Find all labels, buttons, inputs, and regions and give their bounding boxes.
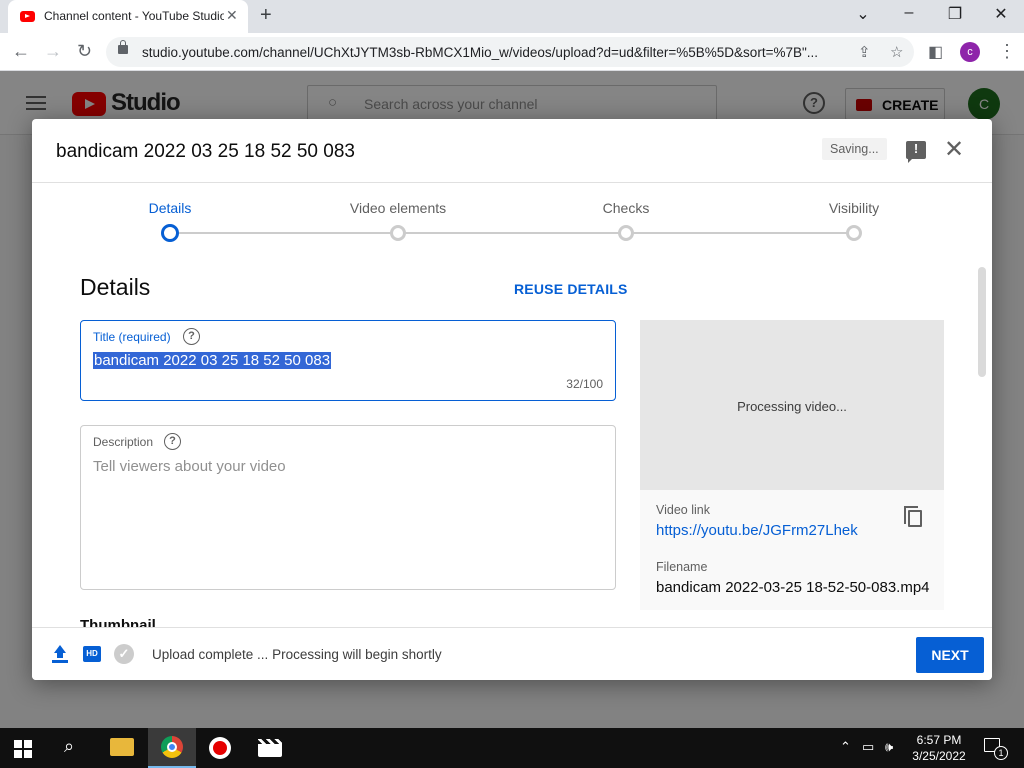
browser-tab-strip: Channel content - YouTube Studio ✕ + ⌄ –… <box>0 0 1024 33</box>
network-icon[interactable]: ▭ <box>862 739 874 755</box>
description-field[interactable]: Description ? Tell viewers about your vi… <box>80 425 616 590</box>
url-text[interactable]: studio.youtube.com/channel/UChXtJYTM3sb-… <box>142 45 842 60</box>
share-icon[interactable]: ⇪ <box>858 43 871 61</box>
side-panel-icon[interactable]: ◧ <box>928 42 943 62</box>
filename-label: Filename <box>656 560 708 574</box>
description-field-label: Description <box>93 435 154 449</box>
title-char-counter: 32/100 <box>566 377 603 391</box>
video-info-panel: Video link https://youtu.be/JGFrm27Lhek … <box>640 490 944 610</box>
restore-icon[interactable]: ❐ <box>932 4 978 24</box>
description-input[interactable]: Tell viewers about your video <box>93 458 286 475</box>
step-checks-label[interactable]: Checks <box>556 200 696 216</box>
checks-icon: ✓ <box>114 644 134 664</box>
dialog-header: bandicam 2022 03 25 18 52 50 083 Saving.… <box>32 119 992 183</box>
tray-chevron-icon[interactable]: ⌃ <box>840 739 851 755</box>
description-help-icon[interactable]: ? <box>164 433 181 450</box>
dialog-footer: HD ✓ Upload complete ... Processing will… <box>32 627 992 680</box>
step-video-elements-dot[interactable] <box>390 225 406 241</box>
dialog-title: bandicam 2022 03 25 18 52 50 083 <box>56 141 355 162</box>
clock-date: 3/25/2022 <box>912 749 966 763</box>
video-link[interactable]: https://youtu.be/JGFrm27Lhek <box>656 522 858 539</box>
stepper-line <box>398 232 626 234</box>
lock-icon[interactable] <box>118 40 128 54</box>
upload-status: Upload complete ... Processing will begi… <box>152 647 442 662</box>
copy-link-icon[interactable] <box>904 506 922 527</box>
reload-icon[interactable]: ↻ <box>77 41 92 62</box>
notification-count: 1 <box>994 746 1008 760</box>
upload-icon <box>52 645 68 665</box>
hd-icon: HD <box>83 646 101 662</box>
reuse-details-button[interactable]: REUSE DETAILS <box>514 281 628 297</box>
filename-value: bandicam 2022-03-25 18-52-50-083.mp4 <box>656 579 930 596</box>
tab-title: Channel content - YouTube Studio <box>44 9 224 23</box>
dialog-scrollbar[interactable] <box>978 267 986 377</box>
taskbar-chrome[interactable] <box>148 728 196 768</box>
stepper-line <box>170 232 398 234</box>
step-details-label[interactable]: Details <box>100 200 240 216</box>
bookmark-star-icon[interactable]: ☆ <box>890 43 903 61</box>
feedback-icon[interactable]: ! <box>906 141 926 163</box>
windows-start-icon[interactable] <box>14 740 32 758</box>
windows-taskbar: ⌕ ⌃ ▭ 🕪 6:57 PM 3/25/2022 1 <box>0 728 1024 768</box>
window-close-icon[interactable]: ✕ <box>978 4 1024 24</box>
chrome-center-icon <box>167 742 177 752</box>
step-visibility-label[interactable]: Visibility <box>784 200 924 216</box>
tab-search-chevron-icon[interactable]: ⌄ <box>840 4 886 24</box>
browser-tab[interactable]: Channel content - YouTube Studio ✕ <box>8 0 248 33</box>
search-icon[interactable]: ⌕ <box>64 736 74 757</box>
volume-icon[interactable]: 🕪 <box>885 739 893 755</box>
bandicam-icon[interactable] <box>209 737 231 759</box>
clock-time: 6:57 PM <box>916 733 962 747</box>
preview-status: Processing video... <box>737 399 847 414</box>
minimize-icon[interactable]: – <box>886 4 932 22</box>
title-input[interactable]: bandicam 2022 03 25 18 52 50 083 <box>93 352 332 369</box>
step-visibility-dot[interactable] <box>846 225 862 241</box>
stepper-line <box>626 232 854 234</box>
video-link-label: Video link <box>656 503 710 517</box>
browser-toolbar: ← → ↻ studio.youtube.com/channel/UChXtJY… <box>0 33 1024 71</box>
title-field[interactable]: Title (required) ? bandicam 2022 03 25 1… <box>80 320 616 401</box>
system-clock[interactable]: 6:57 PM 3/25/2022 <box>908 732 970 764</box>
step-checks-dot[interactable] <box>618 225 634 241</box>
file-explorer-icon[interactable] <box>110 738 134 756</box>
youtube-favicon-icon <box>20 11 35 22</box>
video-preview: Processing video... <box>640 320 944 490</box>
close-dialog-icon[interactable]: ✕ <box>944 135 964 164</box>
upload-dialog: bandicam 2022 03 25 18 52 50 083 Saving.… <box>32 119 992 680</box>
address-bar[interactable]: studio.youtube.com/channel/UChXtJYTM3sb-… <box>106 37 914 67</box>
close-tab-icon[interactable]: ✕ <box>226 7 238 24</box>
saving-status: Saving... <box>822 138 887 160</box>
step-video-elements-label[interactable]: Video elements <box>328 200 468 216</box>
title-field-label: Title (required) <box>93 330 171 344</box>
title-help-icon[interactable]: ? <box>183 328 200 345</box>
new-tab-icon[interactable]: + <box>260 4 272 27</box>
video-editor-icon[interactable] <box>258 739 282 757</box>
step-details-dot[interactable] <box>161 224 179 242</box>
forward-icon[interactable]: → <box>44 41 62 62</box>
profile-avatar[interactable]: c <box>960 42 980 62</box>
next-button[interactable]: NEXT <box>916 637 984 673</box>
section-heading: Details <box>80 274 151 300</box>
back-icon[interactable]: ← <box>12 41 30 62</box>
browser-menu-icon[interactable]: ⋮ <box>998 41 1016 62</box>
